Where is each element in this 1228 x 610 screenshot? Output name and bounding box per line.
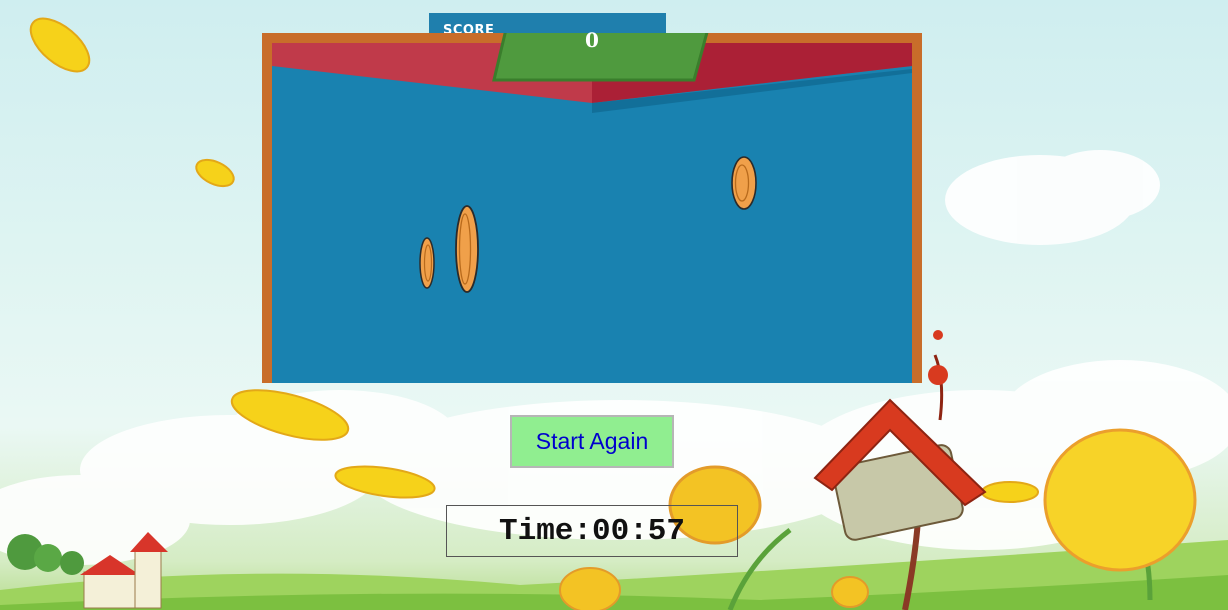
- timer-value: 00:57: [592, 513, 686, 549]
- timer-label: Time:: [498, 513, 592, 549]
- coin-small-left[interactable]: [419, 237, 435, 289]
- timer-display: Time: 00:57: [446, 505, 738, 557]
- game-board[interactable]: [262, 33, 922, 383]
- coin-large-center[interactable]: [455, 205, 479, 293]
- coin-right[interactable]: [731, 156, 757, 210]
- score-value: 0: [585, 28, 599, 52]
- start-again-button[interactable]: Start Again: [510, 415, 674, 468]
